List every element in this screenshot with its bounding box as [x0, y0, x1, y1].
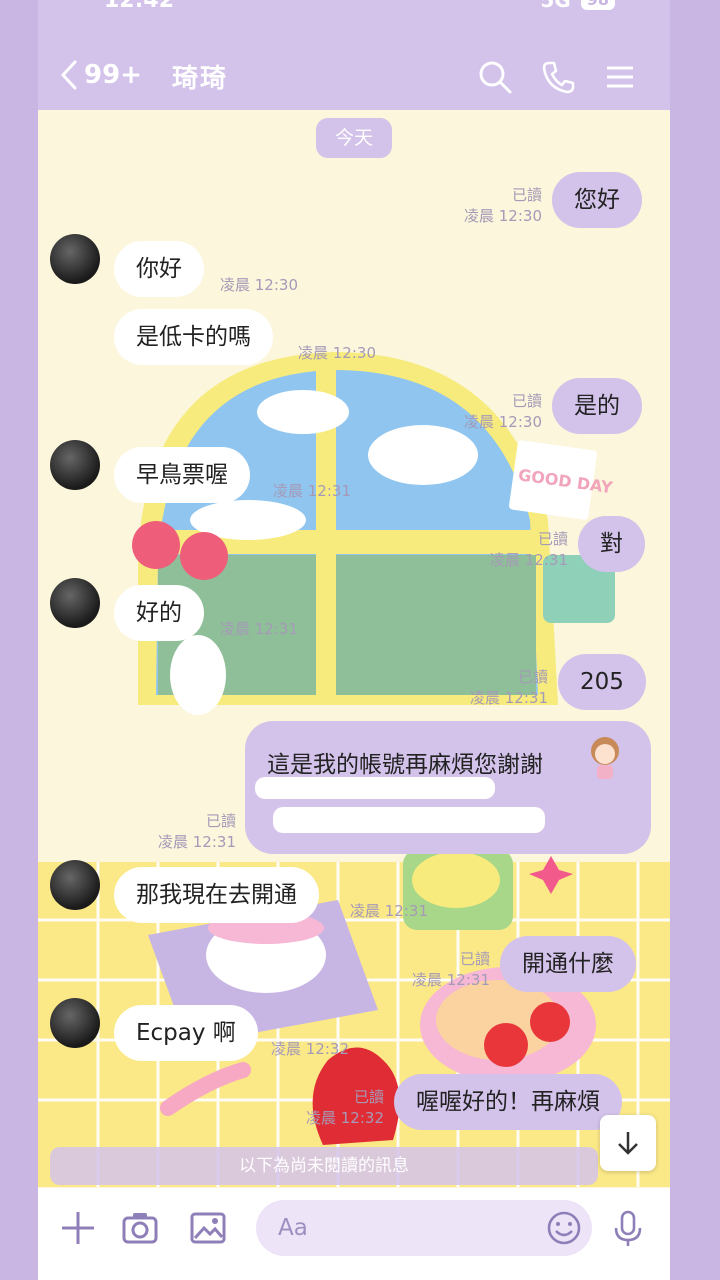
battery-level: 98 [580, 0, 615, 10]
message-time: 凌晨 12:30 [464, 207, 542, 225]
microphone-icon[interactable] [608, 1208, 648, 1248]
outgoing-message[interactable]: 是的 [552, 378, 642, 434]
outgoing-message[interactable]: 205 [558, 654, 646, 710]
message-time: 凌晨 12:31 [490, 551, 568, 569]
message-time: 凌晨 12:31 [412, 971, 490, 989]
message-meta: 已讀凌晨 12:30 [446, 390, 542, 432]
unread-count: 99+ [84, 60, 142, 90]
incoming-message[interactable]: 那我現在去開通 [114, 867, 319, 923]
outgoing-message[interactable]: 您好 [552, 172, 642, 228]
day-separator: 今天 [316, 118, 392, 158]
message-time: 凌晨 12:31 [350, 902, 428, 920]
incoming-message[interactable]: 早鳥票喔 [114, 447, 250, 503]
message-time: 凌晨 12:31 [158, 833, 236, 851]
outgoing-message[interactable]: 開通什麼 [500, 936, 636, 992]
message-meta: 已讀凌晨 12:31 [452, 666, 548, 708]
back-button[interactable]: 99+ [60, 60, 142, 90]
unread-messages-notice[interactable]: 以下為尚未閱讀的訊息 [50, 1147, 598, 1185]
status-bar: 12:42 5G 98 [38, 0, 670, 14]
scroll-to-bottom-button[interactable] [600, 1115, 656, 1171]
contact-avatar[interactable] [50, 234, 100, 284]
incoming-message[interactable]: 你好 [114, 241, 204, 297]
contact-avatar[interactable] [50, 440, 100, 490]
message-time: 凌晨 12:32 [271, 1040, 349, 1058]
camera-icon[interactable] [120, 1208, 160, 1248]
read-receipt: 已讀 [517, 668, 548, 686]
outgoing-message[interactable]: 對 [578, 516, 645, 572]
outgoing-account-message[interactable]: 這是我的帳號再麻煩您謝謝 [245, 721, 651, 854]
scroll-down-icon [618, 1132, 638, 1155]
sticker-girl-icon [591, 737, 619, 779]
plus-icon[interactable] [58, 1208, 98, 1248]
search-icon[interactable] [478, 60, 512, 94]
read-receipt: 已讀 [353, 1088, 384, 1106]
contact-name: 琦琦 [172, 64, 229, 94]
message-meta: 已讀凌晨 12:32 [288, 1086, 384, 1128]
message-time: 凌晨 12:31 [470, 689, 548, 707]
status-time: 12:42 [104, 0, 175, 13]
message-input-bar: Aa [38, 1188, 670, 1280]
message-input[interactable]: Aa [256, 1200, 592, 1256]
back-chevron-icon [60, 60, 77, 90]
image-icon[interactable] [188, 1208, 228, 1248]
outgoing-message[interactable]: 喔喔好的！再麻煩 [394, 1074, 622, 1130]
message-time: 凌晨 12:30 [464, 413, 542, 431]
read-receipt: 已讀 [205, 812, 236, 830]
message-time: 凌晨 12:30 [298, 344, 376, 362]
message-meta: 已讀凌晨 12:31 [138, 810, 236, 852]
menu-icon[interactable] [603, 60, 637, 94]
redacted-scribble [255, 777, 495, 799]
incoming-message[interactable]: 好的 [114, 585, 204, 641]
message-time: 凌晨 12:31 [273, 482, 351, 500]
message-meta: 已讀凌晨 12:30 [446, 184, 542, 226]
redacted-scribble [273, 807, 545, 833]
message-meta: 已讀凌晨 12:31 [394, 948, 490, 990]
read-receipt: 已讀 [537, 530, 568, 548]
chat-header: 99+ 琦琦 [38, 14, 670, 110]
chat-screen: GOOD DAY 12:42 5G 98 [38, 0, 670, 1280]
emoji-icon[interactable] [544, 1208, 584, 1248]
message-text: 這是我的帳號再麻煩您謝謝 [267, 752, 543, 778]
good-day-sign: GOOD DAY [517, 465, 614, 497]
read-receipt: 已讀 [459, 950, 490, 968]
incoming-message[interactable]: Ecpay 啊 [114, 1005, 258, 1061]
message-time: 凌晨 12:31 [220, 620, 298, 638]
read-receipt: 已讀 [511, 186, 542, 204]
incoming-message[interactable]: 是低卡的嗎 [114, 309, 273, 365]
contact-avatar[interactable] [50, 860, 100, 910]
contact-avatar[interactable] [50, 998, 100, 1048]
message-meta: 已讀凌晨 12:31 [472, 528, 568, 570]
message-time: 凌晨 12:30 [220, 276, 298, 294]
status-indicators: 5G 98 [540, 0, 615, 12]
message-time: 凌晨 12:32 [306, 1109, 384, 1127]
network-label: 5G [540, 0, 571, 12]
read-receipt: 已讀 [511, 392, 542, 410]
phone-icon[interactable] [541, 60, 575, 94]
contact-avatar[interactable] [50, 578, 100, 628]
